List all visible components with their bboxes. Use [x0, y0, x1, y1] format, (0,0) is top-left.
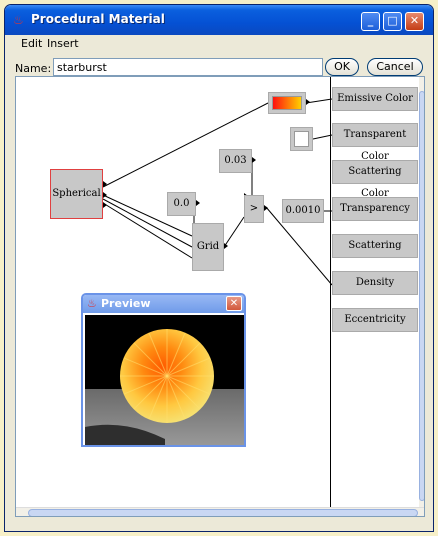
- preview-window: ♨ Preview ✕: [81, 293, 246, 447]
- property-transparency[interactable]: Transparency: [332, 197, 418, 221]
- property-emissive-color[interactable]: Emissive Color: [332, 87, 418, 111]
- ok-button[interactable]: OK: [325, 58, 359, 76]
- name-label: Name:: [15, 62, 52, 75]
- minimize-button[interactable]: _: [361, 12, 380, 31]
- gradient-swatch: [272, 96, 302, 110]
- maximize-button[interactable]: □: [383, 12, 402, 31]
- cancel-button[interactable]: Cancel: [367, 58, 423, 76]
- preview-close-button[interactable]: ✕: [226, 296, 242, 311]
- port-greater-out: [264, 205, 268, 211]
- preview-render-image: [85, 315, 244, 445]
- menu-edit[interactable]: Edit: [21, 37, 42, 50]
- horizontal-scroll-thumb[interactable]: [28, 509, 418, 516]
- port-spherical-out-3: [103, 202, 107, 208]
- constant-0010-node[interactable]: 0.0010: [282, 199, 324, 223]
- preview-title-bar[interactable]: ♨ Preview ✕: [83, 295, 244, 313]
- property-transparent-color[interactable]: Transparent Color: [332, 123, 418, 162]
- graph-property-divider: [330, 77, 331, 516]
- gradient-color-node[interactable]: [268, 92, 306, 114]
- java-app-icon: ♨: [13, 13, 24, 27]
- property-scattering-color[interactable]: Scattering Color: [332, 160, 418, 199]
- procedural-material-window: ♨ Procedural Material _ □ ✕ Edit Insert …: [4, 4, 434, 532]
- port-gradient-out: [306, 99, 310, 105]
- port-zero-out: [196, 200, 200, 206]
- title-bar[interactable]: ♨ Procedural Material _ □ ✕: [5, 5, 433, 35]
- property-density[interactable]: Density: [332, 271, 418, 295]
- constant-003-node[interactable]: 0.03: [219, 149, 252, 173]
- grid-node[interactable]: Grid: [192, 223, 224, 271]
- wire-gradient-emissive: [305, 98, 333, 104]
- preview-title: Preview: [101, 297, 151, 310]
- window-title: Procedural Material: [31, 12, 165, 26]
- menu-insert[interactable]: Insert: [47, 37, 79, 50]
- white-color-node[interactable]: [290, 127, 313, 151]
- close-button[interactable]: ✕: [405, 12, 424, 31]
- property-eccentricity[interactable]: Eccentricity: [332, 308, 418, 332]
- name-input[interactable]: [53, 58, 323, 76]
- constant-zero-node[interactable]: 0.0: [167, 192, 196, 216]
- vertical-scroll-thumb[interactable]: [419, 91, 424, 501]
- menu-bar: Edit Insert: [5, 35, 433, 53]
- starburst-spikes: [120, 329, 214, 423]
- wire-grid-greater: [223, 216, 245, 248]
- port-003-out: [252, 157, 256, 163]
- spherical-node[interactable]: Spherical: [50, 169, 103, 219]
- white-swatch: [294, 131, 309, 147]
- property-scattering[interactable]: Scattering: [332, 234, 418, 258]
- java-app-icon: ♨: [87, 297, 97, 310]
- wire-spherical-gradient: [102, 102, 269, 188]
- greater-than-node[interactable]: >: [244, 195, 264, 223]
